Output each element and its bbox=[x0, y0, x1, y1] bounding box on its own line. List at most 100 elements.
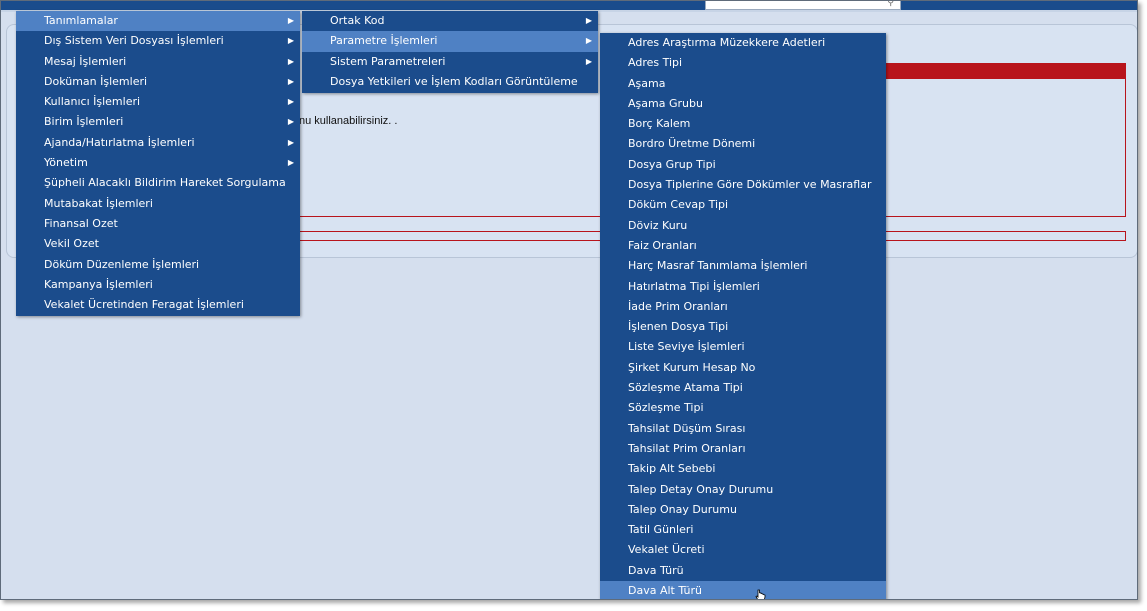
menu-item-label: Talep Onay Durumu bbox=[628, 502, 737, 516]
menu-item-dosya-yetkileri[interactable]: Dosya Yetkileri ve İşlem Kodları Görüntü… bbox=[302, 72, 598, 92]
menu-item-label: Borç Kalem bbox=[628, 117, 691, 131]
menu-item-label: Tatil Günleri bbox=[628, 523, 694, 537]
menu-item-mutabakat[interactable]: Mutabakat İşlemleri bbox=[16, 194, 300, 214]
menu-item-label: Yönetim bbox=[44, 156, 88, 170]
triangle-right-icon: ▶ bbox=[585, 16, 592, 25]
search-icon[interactable]: ⚲ bbox=[887, 1, 894, 8]
menu-item-label: Ortak Kod bbox=[330, 14, 385, 27]
menu-item-label: Döküm Cevap Tipi bbox=[628, 198, 729, 212]
menu-item-dava-alt-turu[interactable]: Dava Alt Türü bbox=[600, 581, 886, 599]
menu-item-label: Vekalet Ücretinden Feragat İşlemleri bbox=[44, 298, 244, 312]
menu-item-label: Adres Tipi bbox=[628, 56, 683, 70]
menu-item-label: Mesaj İşlemleri bbox=[44, 54, 127, 68]
menu-item-label: Doküman İşlemleri bbox=[44, 74, 148, 88]
menu-item-talep-onay-durumu[interactable]: Talep Onay Durumu bbox=[600, 500, 886, 520]
menu-item-label: Dava Alt Türü bbox=[628, 584, 703, 598]
menu-item-kullanici[interactable]: Kullanıcı İşlemleri ▶ bbox=[16, 92, 300, 112]
menu-level-1: Tanımlamalar ▶ Dış Sistem Veri Dosyası İ… bbox=[16, 11, 300, 316]
menu-item-label: Döküm Düzenleme İşlemleri bbox=[44, 257, 200, 271]
menu-item-sozlesme-atama-tipi[interactable]: Sözleşme Atama Tipi bbox=[600, 378, 886, 398]
menu-item-ortak-kod[interactable]: Ortak Kod ▶ bbox=[302, 11, 598, 31]
info-message: nu kullanabilirsiniz. . bbox=[299, 115, 398, 127]
menu-item-label: Tanımlamalar bbox=[44, 14, 118, 27]
menu-item-asama[interactable]: Aşama bbox=[600, 74, 886, 94]
menu-item-label: Aşama bbox=[628, 76, 666, 90]
menu-item-label: Şirket Kurum Hesap No bbox=[628, 360, 756, 374]
triangle-right-icon: ▶ bbox=[287, 36, 294, 46]
menu-item-borc-kalem[interactable]: Borç Kalem bbox=[600, 114, 886, 134]
menu-item-sistem-parametreleri[interactable]: Sistem Parametreleri ▶ bbox=[302, 52, 598, 72]
menu-item-label: Kampanya İşlemleri bbox=[44, 277, 153, 291]
menu-item-yonetim[interactable]: Yönetim ▶ bbox=[16, 153, 300, 173]
menu-item-ajanda[interactable]: Ajanda/Hatırlatma İşlemleri ▶ bbox=[16, 133, 300, 153]
menu-item-iade-prim[interactable]: İade Prim Oranları bbox=[600, 297, 886, 317]
menu-item-tahsilat-prim-oranlari[interactable]: Tahsilat Prim Oranları bbox=[600, 439, 886, 459]
menu-item-sirket-kurum-hesap[interactable]: Şirket Kurum Hesap No bbox=[600, 358, 886, 378]
triangle-right-icon: ▶ bbox=[287, 16, 294, 25]
triangle-right-icon: ▶ bbox=[585, 56, 592, 66]
menu-item-label: Sistem Parametreleri bbox=[330, 54, 446, 68]
menu-item-label: Sözleşme Tipi bbox=[628, 401, 704, 415]
menu-item-doviz-kuru[interactable]: Döviz Kuru bbox=[600, 216, 886, 236]
menu-item-sozlesme-tipi[interactable]: Sözleşme Tipi bbox=[600, 398, 886, 418]
menu-item-label: Parametre İşlemleri bbox=[330, 34, 438, 48]
menu-item-label: Dosya Tiplerine Göre Dökümler ve Masrafl… bbox=[628, 178, 872, 192]
menu-item-adres-arastirma[interactable]: Adres Araştırma Müzekkere Adetleri bbox=[600, 33, 886, 53]
menu-item-vekalet-ucreti[interactable]: Vekalet Ücreti bbox=[600, 540, 886, 560]
triangle-right-icon: ▶ bbox=[287, 158, 294, 168]
menu-item-label: Bordro Üretme Dönemi bbox=[628, 137, 756, 151]
menu-item-vekalet-feragat[interactable]: Vekalet Ücretinden Feragat İşlemleri bbox=[16, 295, 300, 315]
menu-item-tanimlamalar[interactable]: Tanımlamalar ▶ bbox=[16, 11, 300, 32]
triangle-right-icon: ▶ bbox=[287, 117, 294, 127]
menu-item-faiz-oranlari[interactable]: Faiz Oranları bbox=[600, 236, 886, 256]
menu-item-label: Şüpheli Alacaklı Bildirim Hareket Sorgul… bbox=[44, 176, 286, 190]
hand-pointer-icon bbox=[755, 589, 766, 599]
menu-item-label: İade Prim Oranları bbox=[628, 299, 728, 313]
menu-item-label: Tahsilat Düşüm Sırası bbox=[628, 421, 746, 435]
menu-item-harc-masraf[interactable]: Harç Masraf Tanımlama İşlemleri bbox=[600, 256, 886, 276]
menu-item-finansal-ozet[interactable]: Finansal Ozet bbox=[16, 214, 300, 234]
triangle-right-icon: ▶ bbox=[287, 97, 294, 107]
menu-item-dava-turu[interactable]: Dava Türü bbox=[600, 561, 886, 581]
panel-header-bar bbox=[884, 63, 1126, 79]
menu-item-label: Sözleşme Atama Tipi bbox=[628, 381, 743, 395]
menu-item-supheli-alacakli[interactable]: Şüpheli Alacaklı Bildirim Hareket Sorgul… bbox=[16, 173, 300, 193]
menu-item-mesaj[interactable]: Mesaj İşlemleri ▶ bbox=[16, 52, 300, 72]
triangle-right-icon: ▶ bbox=[287, 56, 294, 66]
menu-item-birim[interactable]: Birim İşlemleri ▶ bbox=[16, 112, 300, 132]
menu-item-label: Mutabakat İşlemleri bbox=[44, 196, 153, 210]
menu-item-vekil-ozet[interactable]: Vekil Ozet bbox=[16, 234, 300, 254]
menu-item-adres-tipi[interactable]: Adres Tipi bbox=[600, 53, 886, 73]
menu-item-dokum-duzenleme[interactable]: Döküm Düzenleme İşlemleri bbox=[16, 255, 300, 275]
menu-item-label: Vekil Ozet bbox=[44, 237, 99, 251]
menu-item-takip-alt-sebebi[interactable]: Takip Alt Sebebi bbox=[600, 459, 886, 479]
menu-item-label: Finansal Ozet bbox=[44, 216, 118, 230]
menu-item-talep-detay-onay[interactable]: Talep Detay Onay Durumu bbox=[600, 480, 886, 500]
menu-item-dis-sistem[interactable]: Dış Sistem Veri Dosyası İşlemleri ▶ bbox=[16, 31, 300, 51]
triangle-right-icon: ▶ bbox=[287, 76, 294, 86]
menu-item-label: Hatırlatma Tipi İşlemleri bbox=[628, 279, 760, 293]
menu-item-tatil-gunleri[interactable]: Tatil Günleri bbox=[600, 520, 886, 540]
menu-item-label: Harç Masraf Tanımlama İşlemleri bbox=[628, 259, 808, 273]
menu-item-asama-grubu[interactable]: Aşama Grubu bbox=[600, 94, 886, 114]
menu-item-label: Dava Türü bbox=[628, 563, 684, 577]
menu-item-bordro-uretme[interactable]: Bordro Üretme Dönemi bbox=[600, 134, 886, 154]
menu-item-tahsilat-dusum-sirasi[interactable]: Tahsilat Düşüm Sırası bbox=[600, 419, 886, 439]
menu-item-dokum-cevap-tipi[interactable]: Döküm Cevap Tipi bbox=[600, 195, 886, 215]
menu-item-kampanya[interactable]: Kampanya İşlemleri bbox=[16, 275, 300, 295]
menu-level-3: Adres Araştırma Müzekkere Adetleri Adres… bbox=[600, 33, 886, 599]
menu-item-label: Takip Alt Sebebi bbox=[628, 462, 716, 476]
menu-item-label: Ajanda/Hatırlatma İşlemleri bbox=[44, 135, 195, 149]
menu-item-dosya-tiplerine-gore[interactable]: Dosya Tiplerine Göre Dökümler ve Masrafl… bbox=[600, 175, 886, 195]
menu-item-hatirlatma-tipi[interactable]: Hatırlatma Tipi İşlemleri bbox=[600, 277, 886, 297]
menu-item-islenen-dosya-tipi[interactable]: İşlenen Dosya Tipi bbox=[600, 317, 886, 337]
triangle-right-icon: ▶ bbox=[287, 137, 294, 147]
menu-item-parametre-islemleri[interactable]: Parametre İşlemleri ▶ bbox=[302, 31, 598, 52]
menu-item-liste-seviye[interactable]: Liste Seviye İşlemleri bbox=[600, 337, 886, 357]
menu-item-label: Kullanıcı İşlemleri bbox=[44, 95, 141, 109]
menu-item-label: İşlenen Dosya Tipi bbox=[628, 320, 729, 334]
menu-item-dosya-grup-tipi[interactable]: Dosya Grup Tipi bbox=[600, 155, 886, 175]
search-input[interactable]: ⚲ bbox=[705, 1, 901, 10]
menu-item-dokuman[interactable]: Doküman İşlemleri ▶ bbox=[16, 72, 300, 92]
menu-item-label: Liste Seviye İşlemleri bbox=[628, 340, 745, 354]
